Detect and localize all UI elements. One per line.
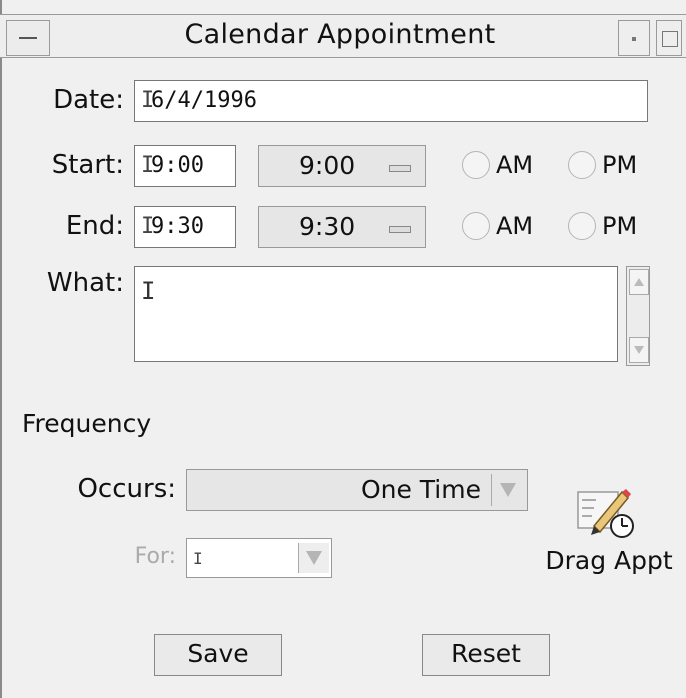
drag-appt-label[interactable]: Drag Appt: [534, 543, 684, 579]
menu-bar-icon: [19, 37, 37, 39]
reset-button[interactable]: Reset: [422, 634, 550, 676]
menu-indicator-icon: [389, 226, 411, 233]
occurs-value: One Time: [360, 475, 481, 504]
minimize-button[interactable]: [618, 20, 650, 56]
what-label: What:: [46, 268, 124, 298]
start-pm-radio[interactable]: PM: [568, 145, 658, 185]
what-scrollbar[interactable]: [626, 266, 650, 366]
radio-circle-icon: [568, 151, 596, 179]
date-field[interactable]: I6/4/1996: [134, 80, 648, 122]
end-time-menu-button[interactable]: 9:30: [258, 206, 426, 248]
end-pm-radio[interactable]: PM: [568, 206, 658, 246]
date-value: 6/4/1996: [151, 88, 257, 113]
start-time-field[interactable]: I9:00: [134, 145, 236, 187]
dropdown-arrow-icon: [491, 474, 524, 506]
window-title: Calendar Appointment: [184, 19, 496, 50]
text-cursor-icon: I: [141, 153, 155, 178]
drag-appt-icon[interactable]: [574, 486, 638, 540]
radio-circle-icon: [462, 212, 490, 240]
occurs-label: Occurs:: [77, 474, 176, 504]
radio-circle-icon: [462, 151, 490, 179]
start-label: Start:: [51, 150, 124, 180]
menu-indicator-icon: [389, 165, 411, 172]
end-pm-label: PM: [602, 212, 638, 240]
maximize-icon: [662, 31, 678, 47]
start-am-label: AM: [496, 151, 534, 179]
end-menu-value: 9:30: [299, 212, 356, 241]
start-menu-value: 9:00: [299, 151, 356, 180]
date-label: Date:: [53, 85, 124, 115]
start-am-radio[interactable]: AM: [462, 145, 552, 185]
text-cursor-icon: I: [141, 277, 156, 305]
for-combo[interactable]: I: [186, 538, 332, 578]
scroll-down-arrow-icon[interactable]: [629, 337, 649, 363]
maximize-button[interactable]: [656, 20, 682, 56]
end-am-radio[interactable]: AM: [462, 206, 552, 246]
minimize-icon: [632, 37, 636, 41]
what-textarea[interactable]: I: [134, 266, 618, 362]
occurs-dropdown[interactable]: One Time: [186, 469, 528, 511]
end-am-label: AM: [496, 212, 534, 240]
text-cursor-icon: I: [141, 214, 155, 239]
end-label: End:: [65, 211, 124, 241]
text-cursor-icon: I: [193, 549, 203, 568]
radio-circle-icon: [568, 212, 596, 240]
save-button[interactable]: Save: [154, 634, 282, 676]
frequency-section-label: Frequency: [22, 409, 152, 438]
end-time-field[interactable]: I9:30: [134, 206, 236, 248]
start-time-menu-button[interactable]: 9:00: [258, 145, 426, 187]
dropdown-arrow-icon: [298, 543, 329, 573]
window-menu-button[interactable]: [6, 20, 50, 56]
start-pm-label: PM: [602, 151, 638, 179]
for-label: For:: [134, 544, 176, 569]
end-time-value: 9:30: [151, 214, 204, 239]
start-time-value: 9:00: [151, 153, 204, 178]
text-cursor-icon: I: [141, 88, 155, 113]
scroll-up-arrow-icon[interactable]: [629, 269, 649, 295]
